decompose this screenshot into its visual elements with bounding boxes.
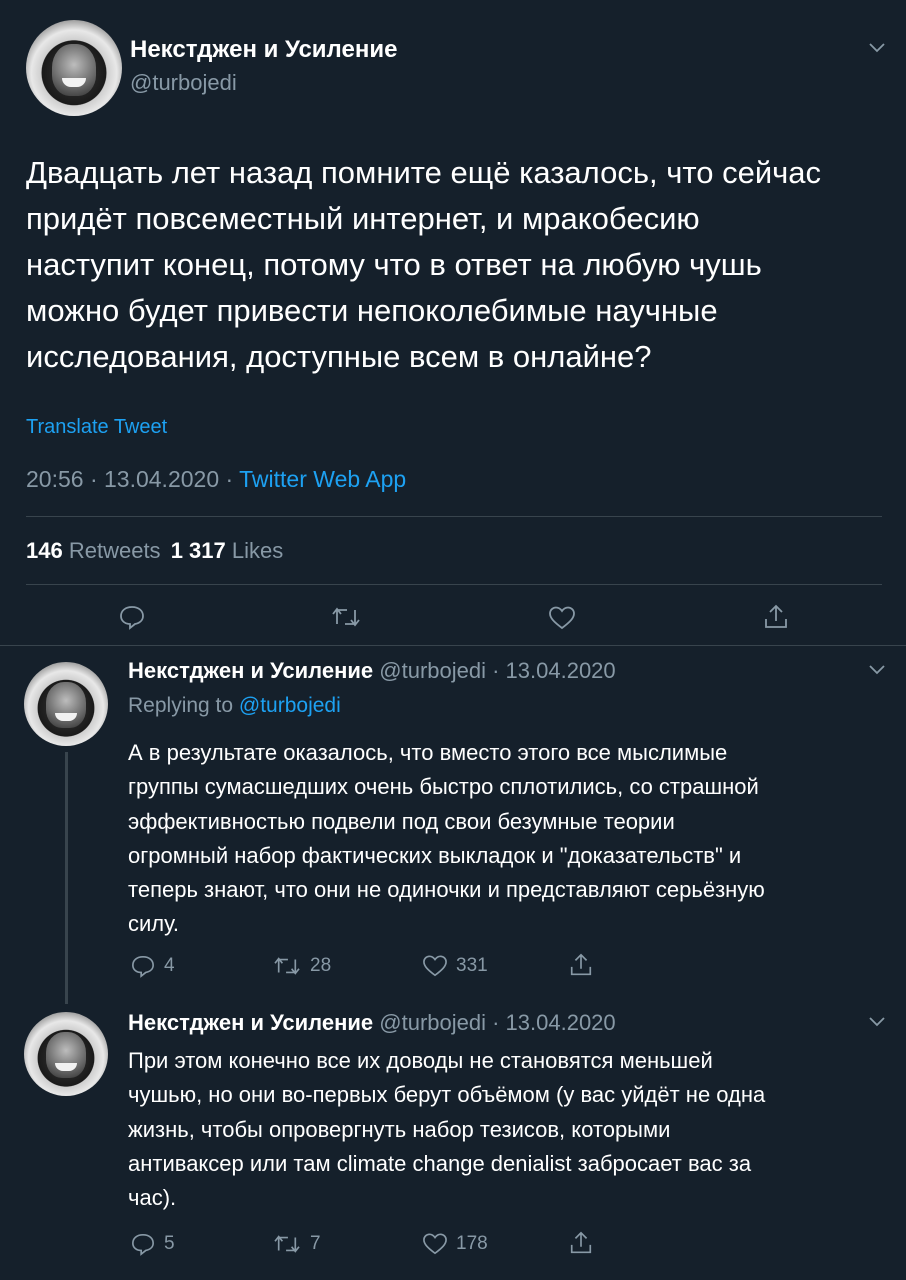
reply-text-line: А в результате оказалось, что вместо это… — [128, 740, 728, 765]
tweet-meta: 20:56 · 13.04.2020 · Twitter Web App — [26, 466, 406, 493]
reply-count: 4 — [164, 955, 175, 976]
reply-text: При этом конечно все их доводы не станов… — [128, 1044, 898, 1215]
like-action[interactable]: 331 — [422, 954, 488, 978]
tweet-stats: 146 Retweets 1 317 Likes — [26, 538, 283, 564]
replying-to-label: Replying to — [128, 694, 234, 717]
divider — [0, 645, 906, 646]
reply-header: Некстджен и Усиление @turbojedi · 13.04.… — [128, 1010, 616, 1036]
retweet-action[interactable]: 7 — [272, 1232, 321, 1256]
author-handle-date[interactable]: @turbojedi · 13.04.2020 — [379, 658, 615, 683]
author-name[interactable]: Некстджен и Усиление — [128, 1010, 373, 1035]
reply-action[interactable]: 4 — [130, 954, 175, 978]
reply-text-line: жизнь, чтобы опровергнуть набор тезисов,… — [128, 1116, 671, 1142]
chevron-down-icon[interactable] — [868, 1016, 886, 1028]
avatar-face — [46, 682, 86, 728]
tweet-text-line: исследования, доступные всем в онлайне? — [26, 339, 652, 374]
chevron-down-icon[interactable] — [868, 664, 886, 676]
reply-text-line: час). — [128, 1185, 177, 1211]
likes-stat[interactable]: 1 317 Likes — [171, 538, 284, 563]
retweet-count: 7 — [310, 1233, 321, 1254]
reply-text: А в результате оказалось, что вместо это… — [128, 736, 898, 942]
tweet-source[interactable]: Twitter Web App — [239, 466, 406, 492]
author-handle[interactable]: @turbojedi — [130, 70, 237, 96]
reply-icon — [130, 954, 156, 978]
reply-count: 5 — [164, 1233, 175, 1254]
retweet-icon — [272, 1232, 302, 1256]
chevron-down-icon[interactable] — [868, 42, 886, 54]
tweet-text-line: можно будет привести непоколебимые научн… — [26, 293, 718, 328]
share-icon[interactable] — [568, 1230, 594, 1256]
heart-icon — [422, 954, 448, 978]
retweet-icon[interactable] — [330, 604, 362, 630]
avatar-face — [46, 1032, 86, 1078]
avatar-face — [52, 44, 96, 96]
retweet-count: 28 — [310, 955, 332, 976]
retweets-count: 146 — [26, 538, 63, 563]
share-icon[interactable] — [568, 952, 594, 978]
likes-count: 1 317 — [170, 538, 226, 563]
replying-to: Replying to @turbojedi — [128, 694, 341, 718]
like-count: 331 — [456, 955, 488, 976]
tweet-timestamp[interactable]: 20:56 · 13.04.2020 · — [26, 466, 233, 492]
author-name[interactable]: Некстджен и Усиление — [128, 658, 373, 683]
tweet-text: Двадцать лет назад помните ещё казалось,… — [26, 150, 886, 380]
avatar[interactable] — [24, 1012, 108, 1096]
reply-text-line: группы сумасшедших очень быстро сплотили… — [128, 774, 759, 800]
reply-text-line: теперь знают, что они не одиночки и пред… — [128, 877, 765, 903]
retweet-action[interactable]: 28 — [272, 954, 331, 978]
author-handle-date[interactable]: @turbojedi · 13.04.2020 — [379, 1010, 615, 1035]
retweet-icon — [272, 954, 302, 978]
author-name[interactable]: Некстджен и Усиление — [130, 36, 397, 64]
tweet-text-line: наступит конец, потому что в ответ на лю… — [26, 247, 762, 282]
avatar[interactable] — [26, 20, 122, 116]
reply-text-line: чушью, но они во-первых берут объёмом (у… — [128, 1082, 766, 1108]
like-count: 178 — [456, 1233, 488, 1254]
replying-to-handle[interactable]: @turbojedi — [239, 694, 341, 717]
reply-text-line: антиваксер или там climate change denial… — [128, 1150, 752, 1176]
reply-header: Некстджен и Усиление @turbojedi · 13.04.… — [128, 658, 616, 684]
reply-icon — [130, 1232, 156, 1256]
reply-text-line: огромный набор фактических выкладок и "д… — [128, 842, 742, 868]
retweets-label: Retweets — [68, 538, 161, 563]
divider — [26, 584, 882, 585]
reply-text-line: силу. — [128, 911, 180, 937]
reply-icon[interactable] — [118, 604, 146, 630]
heart-icon — [422, 1232, 448, 1256]
heart-icon[interactable] — [548, 605, 576, 631]
tweet-text-line: Двадцать лет назад помните ещё казалось,… — [26, 155, 822, 190]
likes-label: Likes — [231, 538, 284, 563]
thread-line — [65, 752, 68, 1004]
divider — [26, 516, 882, 517]
tweet-text-line: придёт повсеместный интернет, и мракобес… — [26, 201, 700, 236]
reply-action[interactable]: 5 — [130, 1232, 175, 1256]
share-icon[interactable] — [762, 603, 790, 631]
translate-tweet-link[interactable]: Translate Tweet — [26, 416, 167, 439]
like-action[interactable]: 178 — [422, 1232, 488, 1256]
retweets-stat[interactable]: 146 Retweets — [26, 538, 167, 563]
reply-text-line: эффективностью подвели под свои безумные… — [128, 808, 675, 834]
avatar[interactable] — [24, 662, 108, 746]
reply-text-line: При этом конечно все их доводы не станов… — [128, 1048, 713, 1073]
